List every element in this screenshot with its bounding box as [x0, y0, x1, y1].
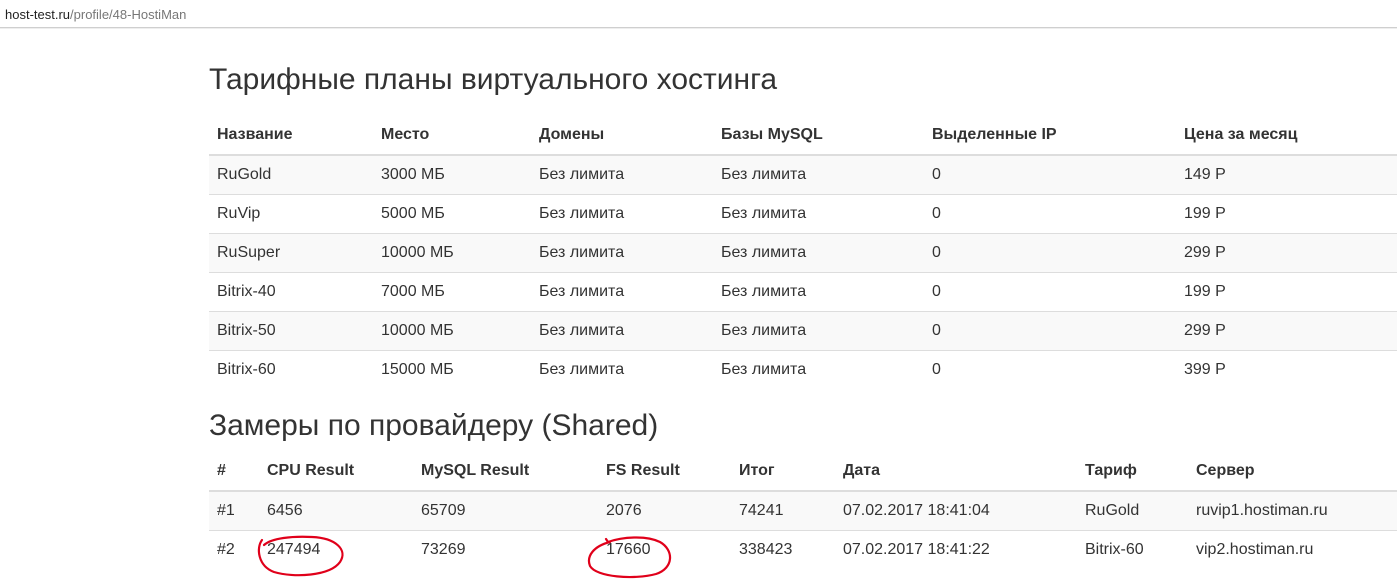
plans-table: Название Место Домены Базы MySQL Выделен… — [209, 116, 1397, 389]
table-row: #2 247494 73269 17660 338423 07.02.2017 … — [209, 530, 1397, 569]
table-row: #1 6456 65709 2076 74241 07.02.2017 18:4… — [209, 490, 1397, 531]
cell: #1 — [209, 490, 259, 531]
cell: Без лимита — [531, 154, 713, 195]
cell: Без лимита — [713, 350, 924, 389]
cell: vip2.hostiman.ru — [1188, 530, 1397, 569]
cell: 17660 — [598, 530, 731, 569]
cell: 299 Р — [1176, 311, 1397, 351]
col-date-header: Дата — [843, 462, 881, 479]
cell: RuGold — [1077, 490, 1188, 531]
col-space-header: Место — [381, 126, 430, 143]
bench-title: Замеры по провайдеру (Shared) — [209, 409, 659, 442]
cell: 0 — [924, 311, 1176, 351]
cell: 5000 МБ — [373, 194, 531, 234]
cell: 199 Р — [1176, 272, 1397, 312]
cell: 149 Р — [1176, 154, 1397, 195]
cell: Bitrix-40 — [209, 272, 373, 312]
cell: Без лимита — [531, 233, 713, 273]
cell: RuGold — [209, 154, 373, 195]
cell: 247494 — [259, 530, 413, 569]
cell: Без лимита — [713, 233, 924, 273]
col-total-header: Итог — [739, 462, 775, 479]
cell: 299 Р — [1176, 233, 1397, 273]
cell: Без лимита — [531, 311, 713, 351]
cell: Без лимита — [531, 272, 713, 312]
cell: 0 — [924, 350, 1176, 389]
plans-title: Тарифные планы виртуального хостинга — [209, 63, 778, 96]
cell: Без лимита — [531, 194, 713, 234]
col-price-header: Цена за месяц — [1184, 126, 1298, 143]
cell: 10000 МБ — [373, 311, 531, 351]
col-name-header: Название — [217, 126, 293, 143]
url-path: /profile/48-HostiMan — [70, 7, 187, 22]
cell: ruvip1.hostiman.ru — [1188, 490, 1397, 531]
cell: 0 — [924, 194, 1176, 234]
cell: Bitrix-60 — [1077, 530, 1188, 569]
table-header-row: Название Место Домены Базы MySQL Выделен… — [209, 116, 1397, 155]
table-row: RuVip 5000 МБ Без лимита Без лимита 0 19… — [209, 194, 1397, 234]
col-plan-header: Тариф — [1085, 462, 1137, 479]
cell: 10000 МБ — [373, 233, 531, 273]
table-row: RuGold 3000 МБ Без лимита Без лимита 0 1… — [209, 154, 1397, 195]
cell: 338423 — [731, 530, 835, 569]
cell: RuSuper — [209, 233, 373, 273]
col-mysql-result-header: MySQL Result — [421, 462, 530, 479]
col-fs-header: FS Result — [606, 462, 680, 479]
cell: Bitrix-50 — [209, 311, 373, 351]
table-header-row: # CPU Result MySQL Result FS Result Итог… — [209, 452, 1397, 491]
cell: 65709 — [413, 490, 598, 531]
cell: 07.02.2017 18:41:22 — [835, 530, 1077, 569]
cell: 0 — [924, 272, 1176, 312]
cell: 73269 — [413, 530, 598, 569]
col-server-header: Сервер — [1196, 462, 1255, 479]
browser-address-bar[interactable]: host-test.ru/profile/48-HostiMan — [0, 0, 1397, 28]
col-number-header: # — [217, 462, 226, 479]
cell: 2076 — [598, 490, 731, 531]
cell: RuVip — [209, 194, 373, 234]
cell: 7000 МБ — [373, 272, 531, 312]
cell: Без лимита — [531, 350, 713, 389]
cell: 74241 — [731, 490, 835, 531]
cell: 3000 МБ — [373, 154, 531, 195]
bench-table: # CPU Result MySQL Result FS Result Итог… — [209, 452, 1397, 569]
url-text[interactable]: host-test.ru/profile/48-HostiMan — [5, 7, 186, 23]
cell: 199 Р — [1176, 194, 1397, 234]
cell: 0 — [924, 154, 1176, 195]
cell: Bitrix-60 — [209, 350, 373, 389]
url-host: host-test.ru — [5, 7, 71, 22]
cell: #2 — [209, 530, 259, 569]
col-cpu-header: CPU Result — [267, 462, 355, 479]
cell: Без лимита — [713, 154, 924, 195]
col-domains-header: Домены — [539, 126, 605, 143]
cell: Без лимита — [713, 272, 924, 312]
cell: 07.02.2017 18:41:04 — [835, 490, 1077, 531]
table-row: Bitrix-60 15000 МБ Без лимита Без лимита… — [209, 350, 1397, 389]
cell: Без лимита — [713, 311, 924, 351]
table-row: Bitrix-50 10000 МБ Без лимита Без лимита… — [209, 311, 1397, 351]
col-ip-header: Выделенные IP — [932, 126, 1057, 143]
cell: 0 — [924, 233, 1176, 273]
cell: Без лимита — [713, 194, 924, 234]
col-mysql-header: Базы MySQL — [721, 126, 823, 143]
table-row: Bitrix-40 7000 МБ Без лимита Без лимита … — [209, 272, 1397, 312]
cell: 6456 — [259, 490, 413, 531]
cell: 15000 МБ — [373, 350, 531, 389]
cell: 399 Р — [1176, 350, 1397, 389]
table-row: RuSuper 10000 МБ Без лимита Без лимита 0… — [209, 233, 1397, 273]
